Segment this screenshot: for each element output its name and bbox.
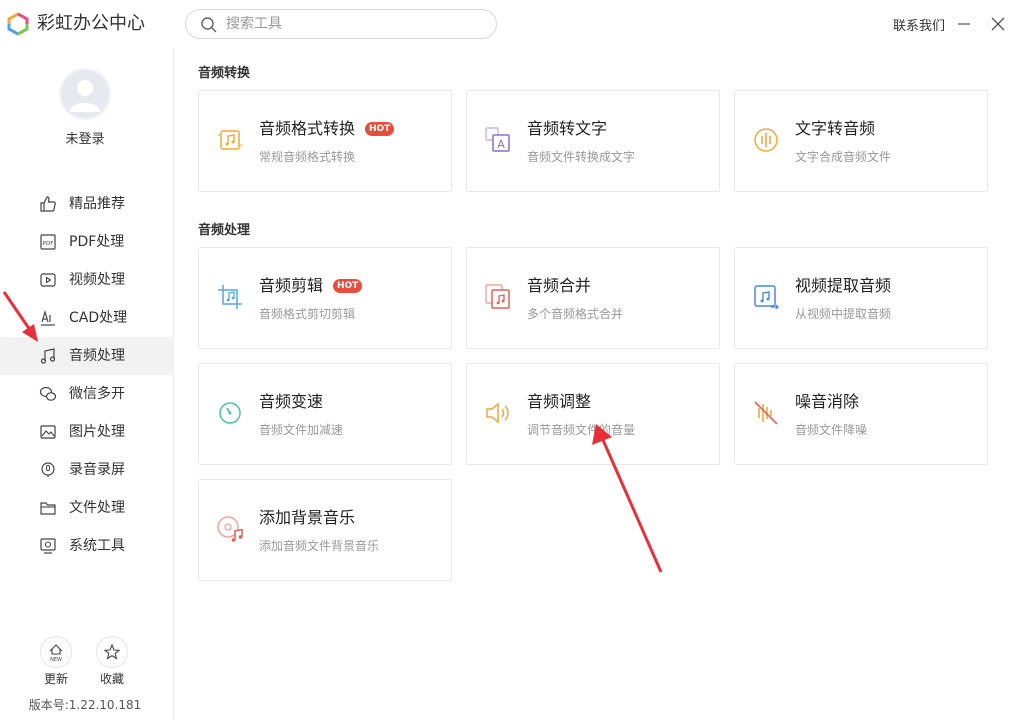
login-status[interactable]: 未登录 [0,128,170,147]
contact-us-link[interactable]: 联系我们 [893,15,945,34]
section-title-audio-convert: 音频转换 [198,66,251,81]
card-title: 音频合并 [527,276,592,295]
card-desc: 调节音频文件的音量 [527,423,636,437]
folder-icon [40,502,56,515]
card-desc: 音频格式剪切剪辑 [259,307,356,321]
card-desc: 添加音频文件背景音乐 [259,539,380,553]
speed-icon [219,402,241,424]
video-extract-audio-icon [754,285,779,310]
hot-badge: HOT [365,122,395,136]
music-note-icon [40,348,56,364]
card-title: 添加背景音乐 [259,508,356,527]
star-icon [103,643,121,660]
sidebar-item-label: PDF处理 [69,234,125,250]
tool-card-audio-crop[interactable]: 音频剪辑 HOT 音频格式剪切剪辑 [198,247,452,349]
app-title: 彩虹办公中心 [37,13,145,34]
tool-card-video-extract-audio[interactable]: 视频提取音频 从视频中提取音频 [734,247,988,349]
version-text: 版本号:1.22.10.181 [28,698,142,712]
hot-badge: HOT [333,279,363,293]
section-title-audio-process: 音频处理 [198,223,251,238]
update-button[interactable]: NEW [40,636,72,668]
sidebar-item-label: 音频处理 [69,348,125,364]
card-desc: 从视频中提取音频 [795,307,892,321]
sidebar-item-label: 录音录屏 [69,462,125,478]
sidebar-item-pdf[interactable]: PDF PDF处理 [0,223,174,261]
search-input[interactable] [226,14,486,34]
avatar[interactable] [59,68,111,120]
tool-card-audio-adjust[interactable]: 音频调整 调节音频文件的音量 [466,363,720,465]
card-desc: 音频文件加减速 [259,423,344,437]
tool-card-audio-to-text[interactable]: A 音频转文字 音频文件转换成文字 [466,90,720,192]
card-title: 音频变速 [259,392,324,411]
tool-card-audio-merge[interactable]: 音频合并 多个音频格式合并 [466,247,720,349]
audio-to-text-icon: A [485,127,510,152]
pdf-icon: PDF [40,234,56,250]
sidebar-item-label: 图片处理 [69,424,125,440]
record-icon [41,462,55,477]
sidebar-item-label: 微信多开 [69,386,125,402]
card-title: 噪音消除 [795,392,860,411]
rainbow-logo-icon [7,12,29,36]
cad-icon [41,309,55,326]
sidebar-item-label: 视频处理 [69,272,125,288]
sidebar-item-label: CAD处理 [69,310,128,326]
sidebar: 未登录 精品推荐 PDF PDF处理 视频处理 CAD处理 音频处理 微信多开 … [0,48,174,720]
favorite-button[interactable] [96,636,128,668]
sidebar-item-cad[interactable]: CAD处理 [0,299,174,337]
tool-card-audio-format-convert[interactable]: 音频格式转换 HOT 常规音频格式转换 [198,90,452,192]
tool-card-audio-speed[interactable]: 音频变速 音频文件加减速 [198,363,452,465]
card-title: 音频调整 [527,392,592,411]
update-icon: NEW [49,644,63,663]
sidebar-item-file[interactable]: 文件处理 [0,489,174,527]
close-icon[interactable] [986,12,1010,36]
update-label: 更新 [43,672,68,686]
system-tool-icon [40,538,56,554]
tool-card-background-music[interactable]: 添加背景音乐 添加音频文件背景音乐 [198,479,452,581]
card-title: 文字转音频 [795,119,876,138]
text-to-audio-icon [754,128,778,152]
sidebar-item-wechat[interactable]: 微信多开 [0,375,174,413]
sidebar-item-audio[interactable]: 音频处理 [0,337,174,375]
card-desc: 多个音频格式合并 [527,307,624,321]
sidebar-item-video[interactable]: 视频处理 [0,261,174,299]
noise-cancel-icon [754,401,778,425]
wechat-icon [39,386,57,401]
card-desc: 文字合成音频文件 [795,150,892,164]
video-icon [40,273,56,287]
image-icon [40,425,56,439]
card-desc: 音频文件降噪 [795,423,868,437]
search-icon [201,17,217,33]
audio-merge-icon [485,284,510,309]
search-box[interactable] [185,9,497,39]
card-desc: 常规音频格式转换 [259,150,356,164]
audio-crop-icon [218,285,242,309]
minimize-icon[interactable] [952,12,976,36]
favorite-label: 收藏 [99,672,124,686]
card-title: 视频提取音频 [795,276,892,295]
svg-text:A: A [497,138,505,151]
sidebar-item-record[interactable]: 录音录屏 [0,451,174,489]
card-desc: 音频文件转换成文字 [527,150,636,164]
tool-card-text-to-audio[interactable]: 文字转音频 文字合成音频文件 [734,90,988,192]
update-badge: NEW [50,657,62,663]
svg-text:PDF: PDF [43,241,54,247]
background-music-icon [217,516,243,542]
card-title: 音频转文字 [527,119,608,138]
sidebar-item-image[interactable]: 图片处理 [0,413,174,451]
title-bar: 彩虹办公中心 联系我们 [0,0,1020,48]
thumbs-up-icon [40,196,56,212]
sidebar-nav: 精品推荐 PDF PDF处理 视频处理 CAD处理 音频处理 微信多开 图片处理… [0,185,174,565]
volume-icon [486,402,509,424]
sidebar-item-label: 精品推荐 [69,196,125,212]
tool-card-noise-cancel[interactable]: 噪音消除 音频文件降噪 [734,363,988,465]
card-title: 音频剪辑 [259,276,324,295]
card-title: 音频格式转换 [259,119,356,138]
sidebar-item-label: 文件处理 [69,500,125,516]
user-icon [70,80,100,112]
audio-convert-icon [217,130,243,150]
sidebar-item-system[interactable]: 系统工具 [0,527,174,565]
sidebar-item-recommend[interactable]: 精品推荐 [0,185,174,223]
sidebar-item-label: 系统工具 [69,538,125,554]
